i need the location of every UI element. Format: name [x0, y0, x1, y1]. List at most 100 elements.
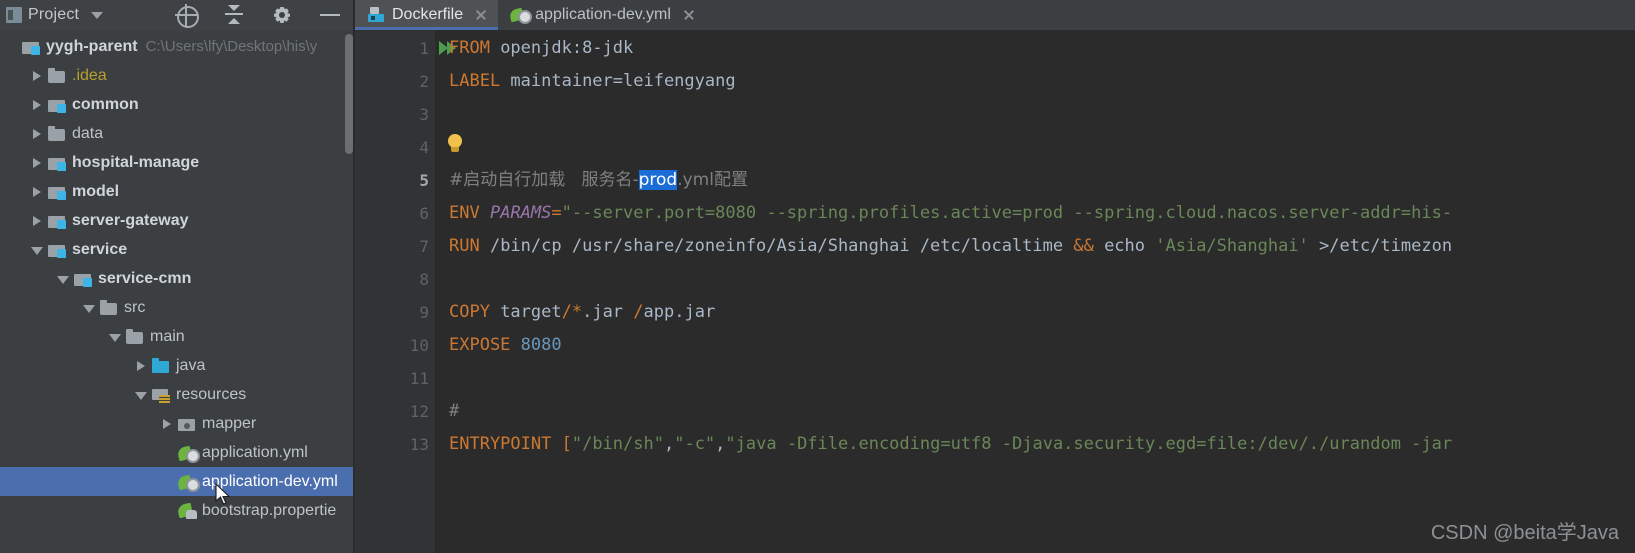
- code-line-9[interactable]: COPY target/*.jar /app.jar: [435, 296, 1635, 329]
- source-folder-icon: [152, 357, 170, 374]
- code-token: RUN: [449, 236, 480, 256]
- editor-body: 1 2 3 4 5 6 7 8 9 10 11 12 13 FROM openjdk:8-jdk LABE…: [355, 30, 1635, 553]
- tree-item-server-gateway[interactable]: server-gateway: [0, 206, 355, 235]
- code-content[interactable]: FROM openjdk:8-jdk LABEL maintainer=leife…: [435, 30, 1635, 553]
- tree-item-src[interactable]: src: [0, 293, 355, 322]
- code-line-7[interactable]: RUN /bin/cp /usr/share/zoneinfo/Asia/Sha…: [435, 230, 1635, 263]
- tree-item-resources[interactable]: resources: [0, 380, 355, 409]
- tree-item-label: server-gateway: [72, 211, 189, 229]
- chevron-right-icon[interactable]: [30, 127, 44, 141]
- chevron-down-icon[interactable]: [56, 272, 70, 286]
- tree-item-data[interactable]: data: [0, 119, 355, 148]
- tree-item-application-yml[interactable]: application.yml: [0, 438, 355, 467]
- chevron-right-icon[interactable]: [134, 359, 148, 373]
- gear-icon[interactable]: [271, 4, 293, 26]
- chevron-right-icon[interactable]: [30, 214, 44, 228]
- code-line-3[interactable]: [435, 98, 1635, 131]
- chevron-right-icon[interactable]: [160, 417, 174, 431]
- code-line-1[interactable]: FROM openjdk:8-jdk: [435, 32, 1635, 65]
- editor-tab-dockerfile[interactable]: Dockerfile: [355, 0, 499, 30]
- code-token: "--server.port=8080 --spring.profiles.ac…: [561, 203, 1453, 223]
- collapse-all-icon[interactable]: [223, 4, 245, 26]
- code-token: openjdk:8-jdk: [489, 38, 634, 58]
- code-token: &&: [1073, 236, 1094, 256]
- chevron-down-icon[interactable]: [82, 301, 96, 315]
- gutter-line-8[interactable]: 8: [355, 263, 435, 296]
- close-icon[interactable]: [682, 8, 696, 22]
- tree-item-label: resources: [176, 385, 247, 403]
- chevron-down-icon[interactable]: [91, 11, 104, 19]
- module-folder-icon: [48, 155, 66, 171]
- target-icon[interactable]: [175, 4, 199, 28]
- module-folder-icon: [74, 271, 92, 287]
- chevron-down-icon[interactable]: [134, 388, 148, 402]
- line-number: 1: [419, 39, 429, 58]
- editor-gutter[interactable]: 1 2 3 4 5 6 7 8 9 10 11 12 13: [355, 30, 462, 553]
- tree-item-label: java: [176, 356, 206, 374]
- folder-icon: [48, 67, 66, 84]
- project-panel-title: Project: [28, 6, 80, 23]
- code-token: >/etc/timezon: [1308, 236, 1453, 256]
- gutter-line-9[interactable]: 9: [355, 296, 435, 329]
- code-line-12[interactable]: #: [435, 395, 1635, 428]
- tree-item-label: .idea: [72, 66, 107, 84]
- tree-item-hospital-manage[interactable]: hospital-manage: [0, 148, 355, 177]
- code-line-4[interactable]: [435, 131, 1635, 164]
- gutter-line-7[interactable]: 7: [355, 230, 435, 263]
- tree-item-common[interactable]: common: [0, 90, 355, 119]
- tree-item-label: hospital-manage: [72, 153, 200, 171]
- gutter-line-1[interactable]: 1: [355, 32, 456, 65]
- tree-item-service-cmn[interactable]: service-cmn: [0, 264, 355, 293]
- tree-item-model[interactable]: model: [0, 177, 355, 206]
- code-token: .yml配置: [677, 170, 748, 190]
- code-token: 'Asia/Shanghai': [1155, 236, 1309, 256]
- line-number: 10: [409, 336, 429, 355]
- code-line-6[interactable]: ENV PARAMS="--server.port=8080 --spring.…: [435, 197, 1635, 230]
- tree-item-label: yygh-parent: [46, 37, 138, 55]
- minimize-icon[interactable]: [319, 4, 341, 26]
- code-line-10[interactable]: EXPOSE 8080: [435, 329, 1635, 362]
- gutter-line-5[interactable]: 5: [355, 164, 435, 197]
- tree-item-label: model: [72, 182, 120, 200]
- tree-item-application-dev-yml[interactable]: application-dev.yml: [0, 467, 355, 496]
- tree-item-mapper[interactable]: mapper: [0, 409, 355, 438]
- gutter-line-6[interactable]: 6: [355, 197, 435, 230]
- tree-item-service[interactable]: service: [0, 235, 355, 264]
- code-line-11[interactable]: [435, 362, 1635, 395]
- gutter-line-3[interactable]: 3: [355, 98, 435, 131]
- code-line-13[interactable]: ENTRYPOINT ["/bin/sh","-c","java -Dfile.…: [435, 428, 1635, 461]
- code-line-8[interactable]: [435, 263, 1635, 296]
- project-tree[interactable]: yygh-parent C:\Users\lfy\Desktop\his\y .id…: [0, 30, 355, 553]
- tree-item-label: src: [124, 298, 146, 316]
- tree-item-main[interactable]: main: [0, 322, 355, 351]
- code-token: target: [489, 302, 562, 322]
- code-token: =: [551, 203, 562, 223]
- chevron-down-icon[interactable]: [108, 330, 122, 344]
- gutter-line-12[interactable]: 12: [355, 395, 435, 428]
- gutter-line-11[interactable]: 11: [355, 362, 435, 395]
- tree-item-java[interactable]: java: [0, 351, 355, 380]
- chevron-right-icon[interactable]: [30, 69, 44, 83]
- code-token: ENTRYPOINT: [449, 434, 552, 454]
- tree-item-label: main: [150, 327, 185, 345]
- chevron-down-icon[interactable]: [30, 243, 44, 257]
- line-number: 4: [419, 138, 429, 157]
- editor-tab-application-dev-yml[interactable]: application-dev.yml: [498, 0, 706, 30]
- code-line-5[interactable]: #启动自行加载 服务名-prod.yml配置: [435, 164, 1635, 197]
- tree-item-bootstrap-propertie[interactable]: bootstrap.propertie: [0, 496, 355, 525]
- tree-item-yygh-parent[interactable]: yygh-parent C:\Users\lfy\Desktop\his\y: [0, 32, 355, 61]
- code-line-2[interactable]: LABEL maintainer=leifengyang: [435, 65, 1635, 98]
- chevron-right-icon[interactable]: [30, 156, 44, 170]
- gutter-line-13[interactable]: 13: [355, 428, 435, 461]
- gutter-line-2[interactable]: 2: [355, 65, 435, 98]
- gutter-line-10[interactable]: 10: [355, 329, 435, 362]
- gutter-line-4[interactable]: 4: [355, 131, 462, 164]
- project-tree-scrollbar[interactable]: [345, 34, 353, 154]
- module-folder-icon: [22, 39, 40, 55]
- chevron-right-icon[interactable]: [30, 185, 44, 199]
- chevron-right-icon[interactable]: [30, 98, 44, 112]
- close-icon[interactable]: [474, 8, 488, 22]
- tree-item--idea[interactable]: .idea: [0, 61, 355, 90]
- code-token: LABEL: [449, 71, 501, 91]
